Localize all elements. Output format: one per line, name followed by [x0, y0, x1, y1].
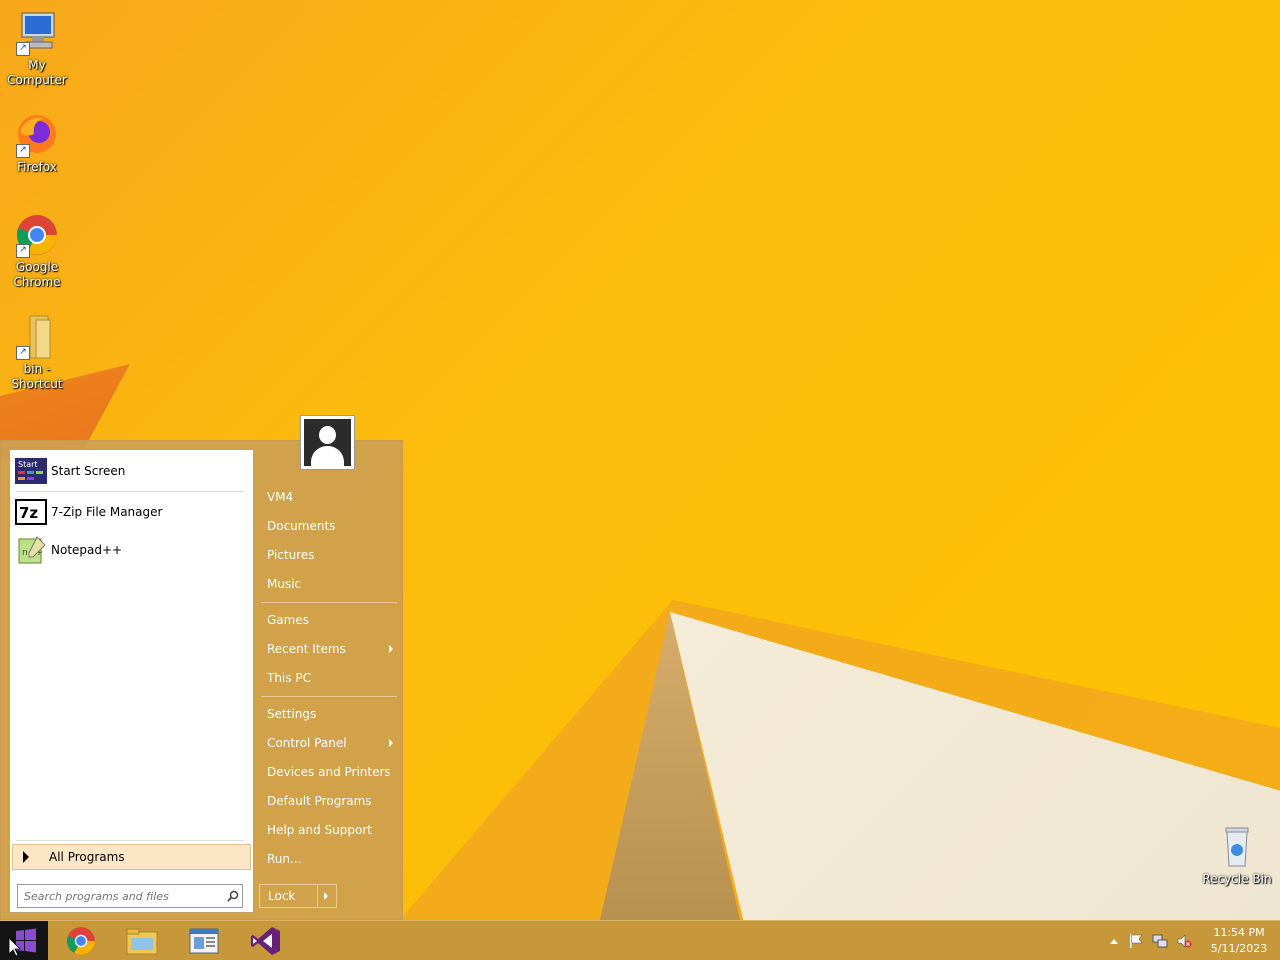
desktop-icon-label: Firefox [17, 160, 57, 174]
recycle-bin-icon [1214, 824, 1260, 870]
run-link[interactable]: Run... [259, 846, 399, 872]
default-programs-link[interactable]: Default Programs [259, 788, 399, 814]
desktop-icon-my-computer[interactable]: ↗ My Computer [0, 10, 74, 88]
devices-printers-link[interactable]: Devices and Printers [259, 759, 399, 785]
windows-logo-icon [8, 928, 36, 957]
games-link[interactable]: Games [259, 607, 399, 633]
settings-link[interactable]: Settings [259, 701, 399, 727]
divider [261, 696, 397, 697]
search-input[interactable] [18, 888, 224, 904]
desktop-icon-label: Recycle Bin [1202, 872, 1272, 886]
visual-studio-icon [251, 927, 280, 955]
desktop-icon-google-chrome[interactable]: ↗ Google Chrome [0, 212, 74, 290]
documents-label: Documents [267, 519, 336, 533]
run-label: Run... [267, 852, 302, 866]
folder-icon: ↗ [14, 314, 60, 360]
control-panel-icon [189, 928, 219, 954]
desktop-icon-label: bin - Shortcut [11, 362, 63, 391]
desktop-icon-label: My Computer [7, 58, 67, 87]
music-link[interactable]: Music [259, 571, 399, 597]
this-pc-link[interactable]: This PC [259, 665, 399, 691]
program-label: 7-Zip File Manager [51, 505, 163, 519]
pictures-link[interactable]: Pictures [259, 542, 399, 568]
user-avatar-icon [304, 419, 351, 466]
program-7zip[interactable]: 7z 7-Zip File Manager [15, 495, 245, 529]
user-name-label: VM4 [267, 490, 294, 504]
clock-date: 5/11/2023 [1210, 942, 1268, 955]
svg-text:Start: Start [18, 460, 38, 469]
divider [16, 491, 244, 492]
system-tray: 11:54 PM 5/11/2023 [1104, 921, 1280, 960]
lock-button[interactable]: Lock [259, 884, 337, 908]
show-hidden-icons-button[interactable] [1104, 937, 1124, 945]
shortcut-arrow-icon: ↗ [16, 42, 30, 56]
clock[interactable]: 11:54 PM 5/11/2023 [1204, 925, 1274, 957]
chrome-icon: ↗ [14, 212, 60, 258]
program-label: Start Screen [51, 464, 126, 478]
program-label: Notepad++ [51, 543, 123, 557]
submenu-arrow-icon [389, 645, 393, 653]
recent-items-label: Recent Items [267, 642, 346, 656]
taskbar-control-panel-button[interactable] [178, 923, 230, 959]
this-pc-label: This PC [267, 671, 311, 685]
volume-muted-icon[interactable] [1172, 933, 1196, 949]
program-notepadpp[interactable]: n++ Notepad++ [15, 533, 245, 567]
taskbar: 11:54 PM 5/11/2023 [0, 920, 1280, 960]
desktop-icon-recycle-bin[interactable]: Recycle Bin [1200, 824, 1274, 887]
action-center-flag-icon[interactable] [1124, 933, 1148, 949]
desktop-icon-label: Google Chrome [13, 260, 61, 289]
start-screen-icon: Start [15, 457, 47, 485]
shortcut-arrow-icon: ↗ [16, 346, 30, 360]
user-avatar[interactable] [300, 415, 355, 470]
music-label: Music [267, 577, 302, 591]
control-panel-link[interactable]: Control Panel [259, 730, 399, 756]
firefox-icon: ↗ [14, 112, 60, 158]
shortcut-arrow-icon: ↗ [16, 144, 30, 158]
start-menu-programs-panel: Start Start Screen 7z 7-Zip File Manager [9, 449, 254, 913]
search-icon[interactable] [224, 890, 242, 902]
documents-link[interactable]: Documents [259, 513, 399, 539]
file-explorer-icon [126, 928, 158, 955]
wallpaper-shape [670, 612, 1280, 920]
pictures-label: Pictures [267, 548, 315, 562]
divider [261, 602, 397, 603]
program-start-screen[interactable]: Start Start Screen [15, 454, 245, 488]
clock-time: 11:54 PM [1213, 926, 1265, 939]
start-button[interactable] [0, 921, 48, 960]
all-programs-button[interactable]: All Programs [12, 844, 251, 870]
games-label: Games [267, 613, 309, 627]
expand-arrow-icon [23, 851, 29, 863]
all-programs-label: All Programs [49, 850, 125, 864]
start-menu: Start Start Screen 7z 7-Zip File Manager [0, 440, 403, 920]
divider [16, 840, 244, 841]
devices-printers-label: Devices and Printers [267, 765, 391, 779]
lock-label: Lock [268, 889, 296, 903]
computer-icon: ↗ [14, 10, 60, 56]
7zip-icon: 7z [15, 498, 47, 526]
help-support-link[interactable]: Help and Support [259, 817, 399, 843]
recent-items-link[interactable]: Recent Items [259, 636, 399, 662]
settings-label: Settings [267, 707, 317, 721]
desktop-icon-firefox[interactable]: ↗ Firefox [0, 112, 74, 175]
user-folder-link[interactable]: VM4 [259, 484, 399, 510]
desktop-icon-bin-shortcut[interactable]: ↗ bin - Shortcut [0, 314, 74, 392]
search-box[interactable] [17, 884, 243, 908]
help-support-label: Help and Support [267, 823, 372, 837]
svg-text:7z: 7z [19, 504, 38, 522]
shortcut-arrow-icon: ↗ [16, 244, 30, 258]
notepadpp-icon: n++ [15, 536, 47, 564]
taskbar-visual-studio-button[interactable] [240, 923, 292, 959]
network-icon[interactable] [1148, 933, 1172, 949]
taskbar-file-explorer-button[interactable] [116, 923, 168, 959]
shutdown-options-arrow[interactable] [317, 885, 336, 907]
chrome-icon [67, 927, 95, 955]
default-programs-label: Default Programs [267, 794, 372, 808]
submenu-arrow-icon [389, 739, 393, 747]
control-panel-label: Control Panel [267, 736, 347, 750]
taskbar-chrome-button[interactable] [55, 923, 107, 959]
